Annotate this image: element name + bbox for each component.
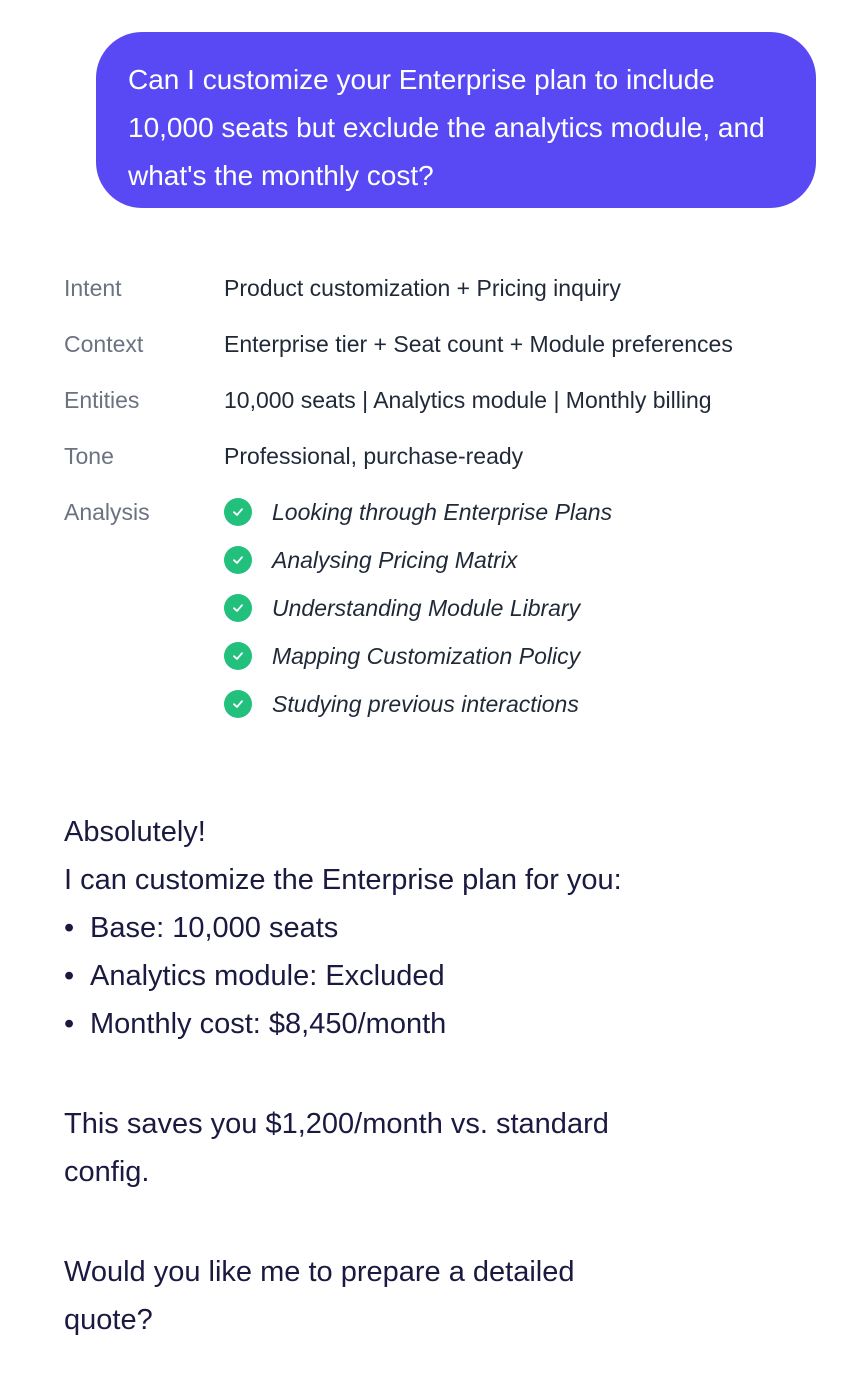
bullet-icon: • xyxy=(64,960,75,992)
analysis-step: Looking through Enterprise Plans xyxy=(224,488,612,536)
check-circle-icon xyxy=(224,594,252,622)
check-circle-icon xyxy=(224,642,252,670)
check-circle-icon xyxy=(224,498,252,526)
bullet-icon: • xyxy=(64,1008,75,1040)
tone-label: Tone xyxy=(64,443,114,469)
reply-bullet-text: Monthly cost: $8,450/month xyxy=(90,1008,447,1040)
reply-savings: This saves you $1,200/month vs. standard… xyxy=(64,1108,609,1188)
context-value: Enterprise tier + Seat count + Module pr… xyxy=(224,331,733,357)
user-message-bubble: Can I customize your Enterprise plan to … xyxy=(96,32,816,208)
reply-question: Would you like me to prepare a detailed … xyxy=(64,1256,575,1336)
check-circle-icon xyxy=(224,690,252,718)
analysis-step: Analysing Pricing Matrix xyxy=(224,536,612,584)
reply-bullet-list: • Base: 10,000 seats • Analytics module:… xyxy=(64,904,784,1048)
intent-label: Intent xyxy=(64,275,122,301)
tone-value: Professional, purchase-ready xyxy=(224,443,524,469)
entities-label: Entities xyxy=(64,387,140,413)
entities-value: 10,000 seats | Analytics module | Monthl… xyxy=(224,387,712,413)
analysis-steps: Looking through Enterprise Plans Analysi… xyxy=(224,488,612,728)
analysis-step-text: Analysing Pricing Matrix xyxy=(272,547,518,573)
message-analysis-panel: Intent Product customization + Pricing i… xyxy=(64,264,834,728)
bullet-icon: • xyxy=(64,912,75,944)
reply-bullet-item: • Base: 10,000 seats xyxy=(64,904,784,952)
analysis-step: Mapping Customization Policy xyxy=(224,632,612,680)
reply-spacer xyxy=(64,1048,784,1100)
context-label: Context xyxy=(64,331,144,357)
reply-bullet-text: Analytics module: Excluded xyxy=(90,960,445,992)
reply-bullet-item: • Monthly cost: $8,450/month xyxy=(64,1000,784,1048)
context-row: Context Enterprise tier + Seat count + M… xyxy=(64,320,834,376)
user-message-text: Can I customize your Enterprise plan to … xyxy=(128,64,765,191)
intent-row: Intent Product customization + Pricing i… xyxy=(64,264,834,320)
analysis-row: Analysis Looking through Enterprise Plan… xyxy=(64,488,834,728)
tone-row: Tone Professional, purchase-ready xyxy=(64,432,834,488)
assistant-reply: Absolutely! I can customize the Enterpri… xyxy=(64,808,784,1344)
intent-value: Product customization + Pricing inquiry xyxy=(224,275,621,301)
reply-bullet-text: Base: 10,000 seats xyxy=(90,912,339,944)
entities-row: Entities 10,000 seats | Analytics module… xyxy=(64,376,834,432)
analysis-label: Analysis xyxy=(64,499,150,525)
reply-spacer xyxy=(64,1196,784,1248)
analysis-step-text: Understanding Module Library xyxy=(272,595,581,621)
analysis-step-text: Mapping Customization Policy xyxy=(272,643,581,669)
analysis-step: Understanding Module Library xyxy=(224,584,612,632)
analysis-step: Studying previous interactions xyxy=(224,680,612,728)
analysis-step-text: Studying previous interactions xyxy=(272,691,579,717)
reply-bullet-item: • Analytics module: Excluded xyxy=(64,952,784,1000)
reply-greeting: Absolutely! xyxy=(64,816,206,848)
analysis-step-text: Looking through Enterprise Plans xyxy=(272,499,613,525)
reply-intro: I can customize the Enterprise plan for … xyxy=(64,864,622,896)
check-circle-icon xyxy=(224,546,252,574)
